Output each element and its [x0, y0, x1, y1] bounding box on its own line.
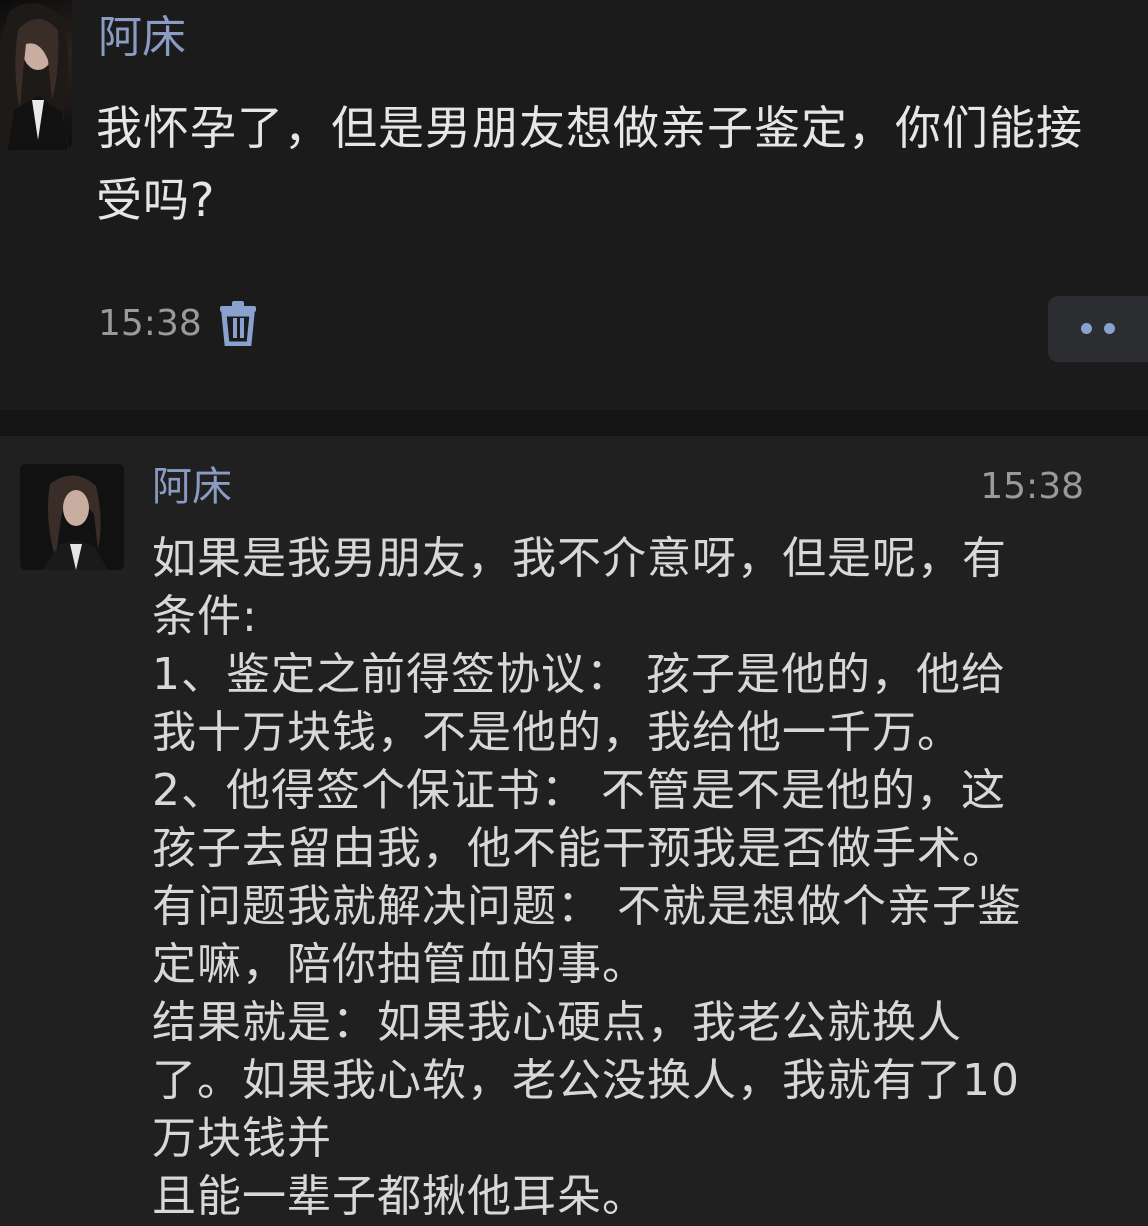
post-timestamp: 15:38 — [98, 303, 202, 344]
comment-line: 有问题我就解决问题： 不就是想做个亲子鉴 — [152, 881, 1022, 932]
comment-line: 孩子去留由我，他不能干预我是否做手术。 — [152, 823, 1007, 874]
post-card: 阿床 我怀孕了，但是男朋友想做亲子鉴定，你们能接受吗? 15:38 — [0, 0, 1148, 410]
comment-line: 定嘛，陪你抽管血的事。 — [152, 939, 647, 990]
more-dots-icon — [1081, 323, 1092, 334]
author-avatar[interactable] — [0, 0, 72, 150]
more-dots-icon — [1104, 323, 1115, 334]
comment-line: 结果就是：如果我心硬点，我老公就换人 — [152, 997, 962, 1048]
woman-portrait-avatar-icon — [0, 3, 70, 150]
comment-line: 了。如果我心软，老公没换人，我就有了10 — [152, 1055, 1020, 1106]
comment-line: 我十万块钱，不是他的，我给他一千万。 — [152, 707, 962, 758]
comment-text: 如果是我男朋友，我不介意呀，但是呢，有 条件: 1、鉴定之前得签协议： 孩子是他… — [152, 530, 1112, 1226]
comment-line: 1、鉴定之前得签协议： 孩子是他的，他给 — [152, 649, 1006, 700]
comment-card: 阿床 15:38 如果是我男朋友，我不介意呀，但是呢，有 条件: 1、鉴定之前得… — [0, 436, 1148, 1226]
comment-line: 且能一辈子都揪他耳朵。 — [152, 1171, 647, 1222]
post-author-name[interactable]: 阿床 — [98, 8, 186, 68]
comment-line: 万块钱并 — [152, 1113, 332, 1164]
trash-icon[interactable] — [218, 300, 258, 347]
post-text: 我怀孕了，但是男朋友想做亲子鉴定，你们能接受吗? — [96, 101, 1083, 227]
comment-line: 条件: — [152, 591, 258, 642]
woman-portrait-avatar-icon — [20, 464, 124, 570]
comment-author-avatar[interactable] — [20, 464, 124, 570]
more-options-button[interactable] — [1048, 296, 1148, 362]
comment-line: 如果是我男朋友，我不介意呀，但是呢，有 — [152, 533, 1007, 584]
comment-author-name[interactable]: 阿床 — [152, 460, 232, 514]
comment-timestamp: 15:38 — [980, 466, 1084, 507]
section-divider — [0, 410, 1148, 436]
comment-line: 2、他得签个保证书： 不管是不是他的，这 — [152, 765, 1006, 816]
